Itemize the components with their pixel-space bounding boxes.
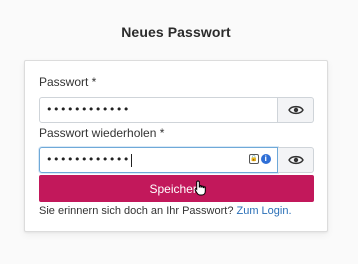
login-link[interactable]: Zum Login. bbox=[237, 205, 292, 217]
lock-icon: 🔒 bbox=[249, 154, 259, 164]
page-title: Neues Passwort bbox=[121, 24, 231, 40]
hand-cursor-icon bbox=[194, 180, 206, 196]
toggle-repeat-password-visibility-button[interactable] bbox=[278, 147, 314, 173]
password-field[interactable]: •••••••••••• bbox=[39, 97, 278, 123]
eye-icon bbox=[287, 105, 304, 115]
password-label: Passwort * bbox=[39, 75, 97, 89]
password-manager-indicator[interactable]: 🔒 i bbox=[249, 154, 271, 164]
repeat-password-field[interactable]: •••••••••••• 🔒 i bbox=[39, 147, 278, 173]
login-hint: Sie erinnern sich doch an Ihr Passwort? … bbox=[39, 205, 292, 217]
repeat-password-value: •••••••••••• bbox=[46, 153, 130, 166]
save-button[interactable]: Speichern bbox=[39, 175, 314, 202]
login-hint-text: Sie erinnern sich doch an Ihr Passwort? bbox=[39, 205, 234, 217]
toggle-password-visibility-button[interactable] bbox=[278, 97, 314, 123]
info-icon: i bbox=[261, 154, 271, 164]
eye-icon bbox=[287, 155, 304, 165]
text-caret bbox=[130, 153, 132, 167]
repeat-password-label: Passwort wiederholen * bbox=[39, 126, 165, 140]
password-form-card: Passwort * •••••••••••• Passwort wiederh… bbox=[24, 60, 328, 232]
password-value: •••••••••••• bbox=[46, 103, 130, 116]
